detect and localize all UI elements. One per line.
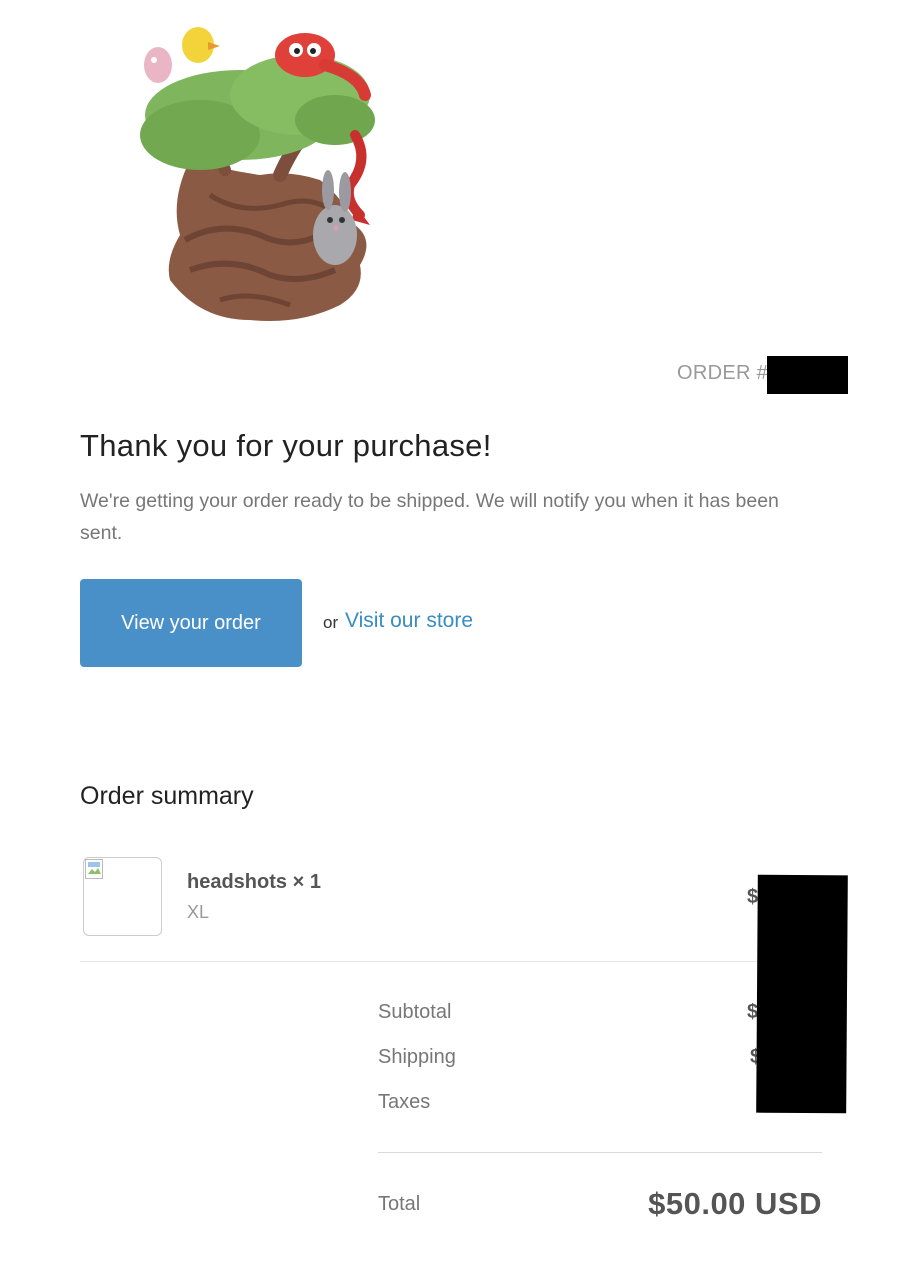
visit-store-link[interactable]: Visit our store [345,609,473,633]
shipping-label: Shipping [378,1046,456,1068]
total-label: Total [378,1193,421,1215]
page-title: Thank you for your purchase! [80,428,492,463]
subtotal-label: Subtotal [378,1001,452,1023]
product-thumbnail [83,857,162,936]
redacted-order-number [767,356,848,394]
taxes-label: Taxes [378,1091,431,1113]
line-item-price: $ [747,886,759,908]
order-number-label: ORDER # [677,362,769,384]
or-text: or [323,613,339,632]
total-value: $50.00 USD [648,1186,822,1221]
store-logo [140,27,375,321]
order-summary-title: Order summary [80,782,254,810]
broken-image-icon [85,859,103,879]
line-item-variant: XL [187,902,210,922]
total-divider [378,1152,822,1153]
divider [80,961,822,962]
view-order-button[interactable]: View your order [80,579,302,667]
redacted-prices [756,874,848,1114]
confirmation-message: We're getting your order ready to be shi… [80,490,779,544]
line-item-title: headshots × 1 [187,871,321,893]
